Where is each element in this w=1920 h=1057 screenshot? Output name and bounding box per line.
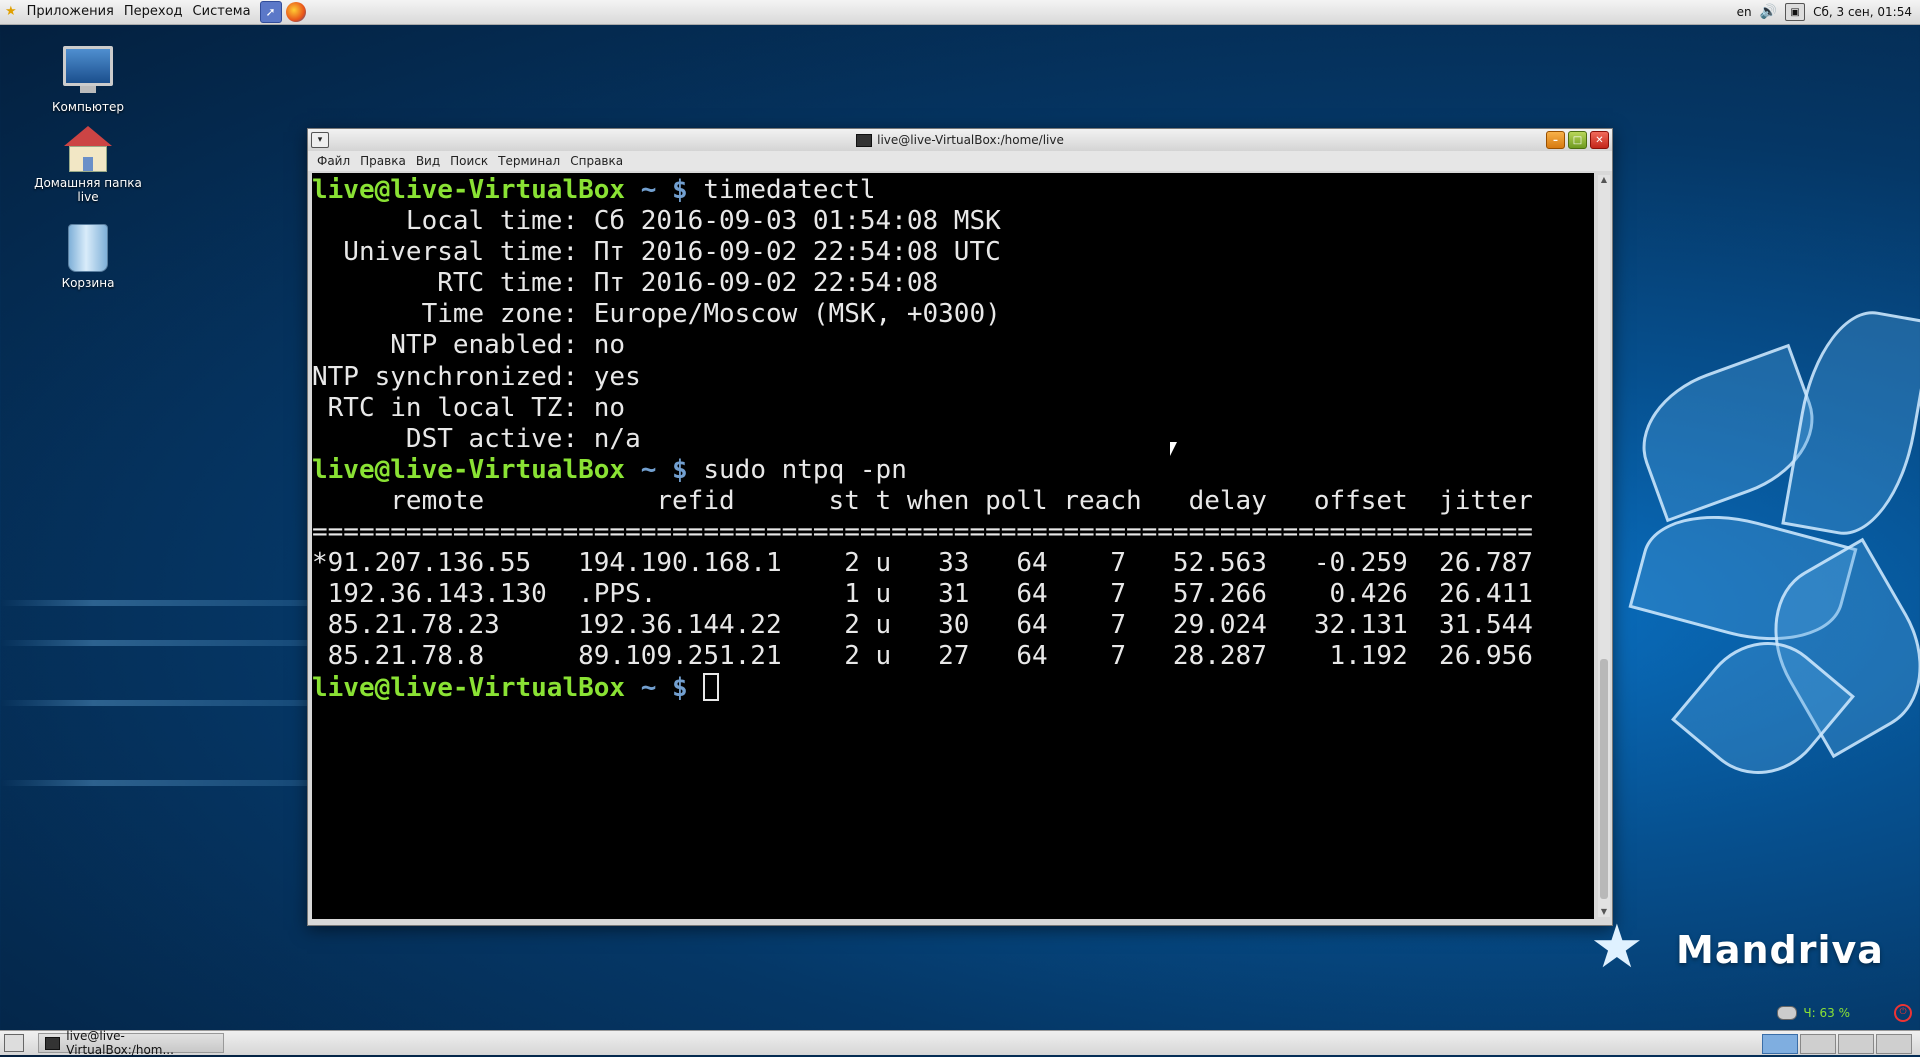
power-icon[interactable]: ⏻ (1894, 1004, 1912, 1022)
menu-edit[interactable]: Правка (355, 154, 411, 168)
network-icon[interactable]: ▣ (1785, 3, 1806, 21)
terminal-scrollbar[interactable]: ▲ ▼ (1598, 175, 1610, 917)
terminal-icon (856, 133, 873, 147)
mandriva-logo: Mandriva (1676, 928, 1884, 972)
window-menubar: Файл Правка Вид Поиск Терминал Справка (308, 151, 1612, 171)
top-panel: ★ Приложения Переход Система ➚ en 🔊 ▣ Сб… (0, 0, 1920, 25)
text-cursor (703, 672, 720, 701)
mouse-pointer-icon (1170, 442, 1177, 456)
scroll-up-arrow-icon[interactable]: ▲ (1599, 175, 1609, 185)
workspace-4[interactable] (1876, 1034, 1912, 1054)
output-line: Time zone: Europe/Moscow (MSK, +0300) (312, 299, 1001, 330)
wallpaper-swoosh (0, 780, 310, 786)
workspace-1[interactable] (1762, 1034, 1798, 1054)
firefox-icon[interactable] (285, 2, 306, 22)
output-line: NTP enabled: no (312, 330, 626, 361)
prompt-user: live@live-VirtualBox (312, 454, 626, 485)
workspace-3[interactable] (1838, 1034, 1874, 1054)
terminal-icon (45, 1036, 61, 1050)
prompt-user: live@live-VirtualBox (312, 175, 626, 205)
trash-icon (68, 224, 108, 272)
show-desktop-icon[interactable] (4, 1034, 24, 1052)
ntpq-row: *91.207.136.55 194.190.168.1 2 u 33 64 7… (312, 548, 1533, 579)
clock[interactable]: Сб, 3 сен, 01:54 (1813, 5, 1912, 19)
desktop-icon-trash[interactable]: Корзина (28, 224, 148, 290)
prompt-dir: ~ $ (640, 672, 688, 703)
menu-view[interactable]: Вид (411, 154, 445, 168)
ntpq-row: 85.21.78.8 89.109.251.21 2 u 27 64 7 28.… (312, 641, 1533, 672)
battery-icon (1777, 1006, 1798, 1020)
desktop-icon-label: Домашняя папка live (34, 176, 142, 204)
menu-system[interactable]: Система (188, 0, 256, 24)
output-line: DST active: n/a (312, 423, 641, 454)
output-line: RTC time: Пт 2016-09-02 22:54:08 (312, 268, 939, 299)
pointer-tool-icon[interactable]: ➚ (259, 1, 282, 23)
ntpq-separator: ========================================… (312, 517, 1533, 548)
command-line: sudo ntpq -pn (703, 454, 907, 485)
terminal-window[interactable]: ▾ live@live-VirtualBox:/home/live – □ ✕ … (307, 128, 1613, 926)
window-title: live@live-VirtualBox:/home/live (877, 133, 1064, 147)
window-menu-button[interactable]: ▾ (311, 132, 329, 148)
prompt-dir: ~ $ (640, 454, 688, 485)
desktop-icon-computer[interactable]: Компьютер (28, 46, 148, 114)
computer-icon (63, 46, 113, 93)
maximize-button[interactable]: □ (1568, 131, 1587, 149)
mandriva-star-icon: ★ (1590, 912, 1644, 982)
output-line: Local time: Сб 2016-09-03 01:54:08 MSK (312, 206, 1001, 237)
menu-file[interactable]: Файл (312, 154, 355, 168)
wallpaper-petal (1781, 301, 1920, 545)
bottom-panel: live@live-VirtualBox:/hom... (0, 1029, 1920, 1057)
applications-star-icon: ★ (5, 4, 17, 19)
wallpaper-swoosh (0, 600, 310, 606)
prompt-dir: ~ $ (640, 175, 688, 205)
output-line: Universal time: Пт 2016-09-02 22:54:08 U… (312, 237, 1001, 268)
desktop-icon-label: Компьютер (52, 100, 124, 114)
battery-indicator[interactable]: Ч: 63 % (1777, 1006, 1850, 1020)
window-titlebar[interactable]: ▾ live@live-VirtualBox:/home/live – □ ✕ (308, 129, 1612, 151)
desktop-icon-label: Корзина (61, 276, 115, 290)
battery-text: Ч: 63 % (1803, 1006, 1850, 1020)
wallpaper-swoosh (0, 700, 310, 706)
scrollbar-thumb[interactable] (1600, 659, 1608, 899)
output-line: NTP synchronized: yes (312, 361, 641, 392)
home-folder-icon (28, 126, 148, 172)
menu-search[interactable]: Поиск (445, 154, 493, 168)
terminal-output[interactable]: live@live-VirtualBox ~ $ timedatectl Loc… (312, 173, 1594, 919)
ntpq-row: 192.36.143.130 .PPS. 1 u 31 64 7 57.266 … (312, 579, 1533, 610)
menu-help[interactable]: Справка (565, 154, 628, 168)
volume-icon[interactable]: 🔊 (1760, 4, 1777, 20)
menu-applications[interactable]: Приложения (22, 0, 119, 24)
minimize-button[interactable]: – (1546, 131, 1565, 149)
taskbar-item-label: live@live-VirtualBox:/hom... (66, 1029, 174, 1057)
ntpq-row: 85.21.78.23 192.36.144.22 2 u 30 64 7 29… (312, 610, 1533, 641)
command-line: timedatectl (703, 175, 876, 205)
keyboard-layout[interactable]: en (1737, 5, 1752, 19)
menu-places[interactable]: Переход (119, 0, 188, 24)
taskbar-item-terminal[interactable]: live@live-VirtualBox:/hom... (38, 1029, 224, 1057)
workspace-2[interactable] (1800, 1034, 1836, 1054)
prompt-user: live@live-VirtualBox (312, 672, 626, 703)
output-line: RTC in local TZ: no (312, 392, 626, 423)
workspace-switcher (1762, 1034, 1912, 1054)
ntpq-header: remote refid st t when poll reach delay … (312, 485, 1533, 516)
wallpaper-swoosh (0, 640, 310, 646)
desktop-icon-home[interactable]: Домашняя папка live (28, 126, 148, 204)
close-button[interactable]: ✕ (1590, 131, 1609, 149)
menu-terminal[interactable]: Терминал (493, 154, 565, 168)
